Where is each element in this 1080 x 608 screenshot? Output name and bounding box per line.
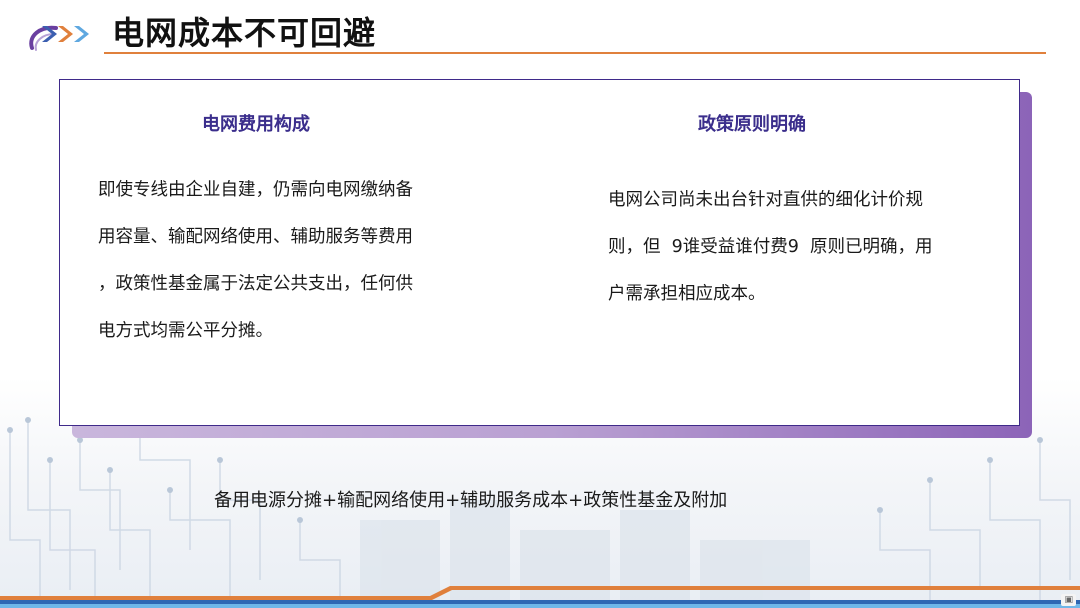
- chevron-arrows-icon: [42, 26, 89, 42]
- cost-summary-text: 备用电源分摊+输配网络使用+辅助服务成本+政策性基金及附加: [214, 490, 728, 511]
- left-column-text: 即使专线由企业自建，仍需向电网缴纳备 用容量、输配网络使用、辅助服务等费用 ，政…: [98, 167, 413, 355]
- slide: 电网成本不可回避 电网费用构成 即使专线由企业自建，仍需向电网缴纳备 用容量、输…: [0, 0, 1080, 608]
- left-text-line: 电方式均需公平分摊。: [98, 321, 273, 341]
- footer-decoration-bar: [0, 586, 1080, 608]
- left-text-line: ，政策性基金属于法定公共支出，任何供: [98, 274, 413, 294]
- left-text-line: 即使专线由企业自建，仍需向电网缴纳备: [98, 180, 413, 200]
- watermark-icon: ▣: [1064, 595, 1073, 605]
- right-text-line: 则，但 9谁受益谁付费9 原则已明确，用: [608, 237, 933, 257]
- content-card: 电网费用构成 即使专线由企业自建，仍需向电网缴纳备 用容量、输配网络使用、辅助服…: [59, 79, 1020, 426]
- left-text-line: 用容量、输配网络使用、辅助服务等费用: [98, 227, 413, 247]
- right-column-text: 电网公司尚未出台针对直供的细化计价规 则，但 9谁受益谁付费9 原则已明确，用 …: [608, 177, 933, 318]
- right-text-line: 电网公司尚未出台针对直供的细化计价规: [608, 190, 923, 210]
- right-column-heading: 政策原则明确: [698, 114, 806, 135]
- title-underline: [104, 52, 1046, 54]
- page-title: 电网成本不可回避: [112, 14, 377, 52]
- watermark-badge: ▣: [1061, 594, 1076, 606]
- right-text-line: 户需承担相应成本。: [608, 284, 766, 304]
- left-column-heading: 电网费用构成: [202, 114, 310, 135]
